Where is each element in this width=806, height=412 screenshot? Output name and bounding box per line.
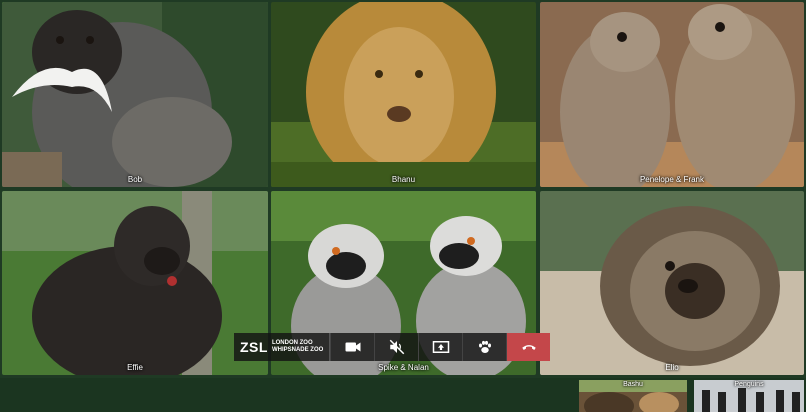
participant-name: Elio	[665, 363, 679, 372]
participant-name: Effie	[127, 363, 143, 372]
video-tile-bhanu[interactable]: Bhanu	[271, 2, 536, 187]
call-control-bar: ZSL LONDON ZOO WHIPSNADE ZOO	[234, 333, 551, 361]
video-tile-elio[interactable]: Elio	[540, 191, 804, 375]
end-call-icon	[522, 345, 536, 350]
video-tile-penelope-frank[interactable]: Penelope & Frank	[540, 2, 804, 187]
mute-button[interactable]	[374, 333, 418, 361]
video-tile-effie[interactable]: Effie	[2, 191, 268, 375]
participant-name: Spike & Nalan	[378, 363, 429, 372]
end-call-button[interactable]	[506, 333, 551, 361]
video-feed-lion	[271, 2, 536, 187]
zsl-logo: ZSL LONDON ZOO WHIPSNADE ZOO	[234, 333, 331, 361]
participant-name: Bashu	[623, 381, 643, 388]
video-camera-icon	[345, 342, 361, 352]
participant-name: Bob	[127, 175, 143, 184]
share-screen-icon	[432, 341, 450, 353]
thumbnail-penguins[interactable]: Penguins	[694, 380, 804, 412]
share-screen-button[interactable]	[418, 333, 462, 361]
video-feed-sloth	[540, 191, 804, 375]
brand-short: ZSL	[240, 339, 268, 355]
video-feed-gorilla	[2, 191, 268, 375]
brand-line-1: LONDON ZOO	[271, 340, 313, 346]
thumbnail-bashu[interactable]: Bashu	[579, 380, 687, 412]
participant-name: Penelope & Frank	[639, 175, 705, 184]
participant-name: Penguins	[734, 381, 764, 388]
paw-icon	[478, 340, 491, 353]
mute-icon	[389, 339, 405, 355]
brand-line-2: WHIPSNADE ZOO	[271, 347, 324, 353]
participant-name: Bhanu	[391, 175, 416, 184]
video-feed-meerkats	[540, 2, 804, 187]
paw-button[interactable]	[462, 333, 506, 361]
video-feed-tamarin	[2, 2, 268, 187]
video-grid: Bob Bhanu Penelope & Frank Effie Spike &…	[0, 0, 806, 378]
video-tile-bob[interactable]: Bob	[2, 2, 268, 187]
camera-toggle-button[interactable]	[330, 333, 374, 361]
